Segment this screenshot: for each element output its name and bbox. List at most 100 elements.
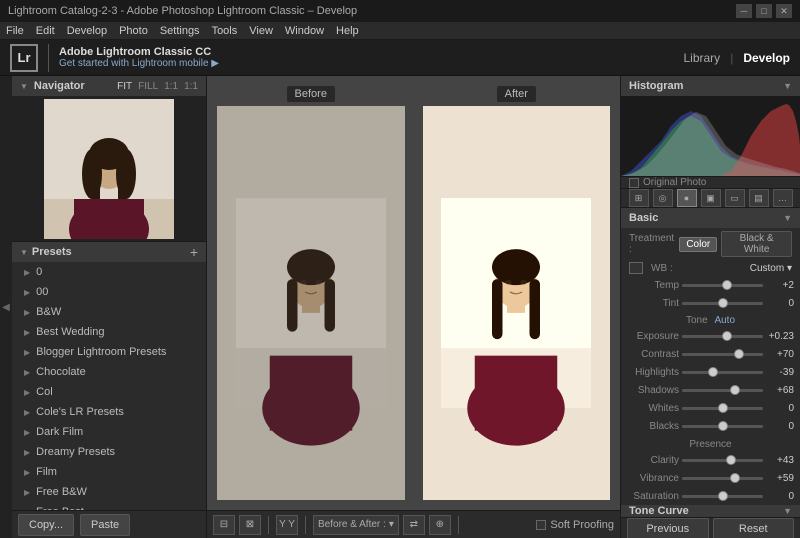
basic-header[interactable]: Basic ▼ — [621, 208, 800, 228]
contrast-slider-track[interactable] — [682, 353, 763, 356]
radial-filter-tool[interactable]: ▭ — [725, 189, 745, 207]
original-photo-toggle[interactable]: Original Photo — [621, 177, 800, 189]
wb-value-dropdown[interactable]: Custom ▾ — [750, 263, 792, 274]
preset-item[interactable]: ▶Chocolate — [12, 362, 206, 382]
zoom-fill[interactable]: FILL — [138, 81, 158, 92]
presets-header[interactable]: ▼ Presets + — [12, 242, 206, 262]
menu-photo[interactable]: Photo — [119, 25, 148, 37]
menu-tools[interactable]: Tools — [212, 25, 238, 37]
add-preset-button[interactable]: + — [190, 244, 198, 260]
shadows-slider-track[interactable] — [682, 389, 763, 392]
shadows-value: +68 — [766, 385, 794, 396]
highlights-slider-row: Highlights -39 — [621, 363, 800, 381]
auto-tone-button[interactable]: Auto — [714, 315, 735, 326]
preset-item[interactable]: ▶0 — [12, 262, 206, 282]
blacks-slider-track[interactable] — [682, 425, 763, 428]
preset-triangle-icon: ▶ — [24, 448, 30, 457]
zoom-custom[interactable]: 1:1 — [184, 81, 198, 92]
highlights-slider-track[interactable] — [682, 371, 763, 374]
spot-removal-tool[interactable]: ◎ — [653, 189, 673, 207]
menu-window[interactable]: Window — [285, 25, 324, 37]
bw-treatment-button[interactable]: Black & White — [721, 231, 792, 257]
reset-button[interactable]: Reset — [713, 518, 795, 538]
redeye-tool[interactable]: ● — [677, 189, 697, 207]
preset-item[interactable]: ▶Best Wedding — [12, 322, 206, 342]
preset-item[interactable]: ▶00 — [12, 282, 206, 302]
saturation-slider-thumb[interactable] — [718, 491, 728, 501]
nav-photo-svg — [44, 99, 174, 239]
temp-slider-track[interactable] — [682, 284, 763, 287]
preset-item[interactable]: ▶Film — [12, 462, 206, 482]
temp-slider-thumb[interactable] — [722, 280, 732, 290]
preset-item[interactable]: ▶Dark Film — [12, 422, 206, 442]
adjustment-brush-tool[interactable]: ▤ — [749, 189, 769, 207]
clarity-slider-track[interactable] — [682, 459, 763, 462]
exposure-slider-track[interactable] — [682, 335, 763, 338]
highlights-slider-thumb[interactable] — [708, 367, 718, 377]
blacks-slider-thumb[interactable] — [718, 421, 728, 431]
tone-curve-expand-icon: ▼ — [783, 506, 792, 516]
clarity-slider-thumb[interactable] — [726, 455, 736, 465]
preset-item[interactable]: ▶B&W — [12, 302, 206, 322]
develop-module[interactable]: Develop — [743, 51, 790, 65]
original-photo-checkbox[interactable] — [629, 178, 639, 188]
preset-item[interactable]: ▶Col — [12, 382, 206, 402]
zoom-1to1[interactable]: 1:1 — [164, 81, 178, 92]
left-panel-collapse[interactable]: ◀ — [0, 76, 12, 538]
color-treatment-button[interactable]: Color — [679, 237, 717, 252]
menu-file[interactable]: File — [6, 25, 24, 37]
previous-button[interactable]: Previous — [627, 518, 709, 538]
preset-item[interactable]: ▶Dreamy Presets — [12, 442, 206, 462]
soft-proof-checkbox[interactable] — [536, 520, 546, 530]
menu-help[interactable]: Help — [336, 25, 359, 37]
menu-develop[interactable]: Develop — [67, 25, 107, 37]
exposure-slider-thumb[interactable] — [722, 331, 732, 341]
zoom-fit[interactable]: FIT — [117, 81, 132, 92]
library-module[interactable]: Library — [684, 51, 721, 65]
swap-button[interactable]: ⇄ — [403, 515, 425, 535]
view-mode-1-button[interactable]: ⊟ — [213, 515, 235, 535]
whites-slider-track[interactable] — [682, 407, 763, 410]
crop-tool[interactable]: ⊞ — [629, 189, 649, 207]
whites-slider-thumb[interactable] — [718, 403, 728, 413]
menu-edit[interactable]: Edit — [36, 25, 55, 37]
vibrance-slider-track[interactable] — [682, 477, 763, 480]
close-button[interactable]: ✕ — [776, 4, 792, 18]
adobe-subtitle[interactable]: Get started with Lightroom mobile ▶ — [59, 58, 219, 69]
minimize-button[interactable]: ─ — [736, 4, 752, 18]
saturation-slider-track[interactable] — [682, 495, 763, 498]
preset-triangle-icon: ▶ — [24, 288, 30, 297]
preset-item[interactable]: ▶Free Best — [12, 502, 206, 510]
paste-button[interactable]: Paste — [80, 514, 130, 536]
contrast-slider-thumb[interactable] — [734, 349, 744, 359]
shadows-slider-thumb[interactable] — [730, 385, 740, 395]
toolbar-separator-3 — [458, 516, 459, 534]
maximize-button[interactable]: □ — [756, 4, 772, 18]
treatment-row: Treatment : Color Black & White — [621, 228, 800, 260]
preset-item[interactable]: ▶Free B&W — [12, 482, 206, 502]
tint-slider-track[interactable] — [682, 302, 763, 305]
soft-proofing-toggle[interactable]: Soft Proofing — [536, 519, 614, 531]
copy-settings-button[interactable]: ⊕ — [429, 515, 451, 535]
tint-slider-thumb[interactable] — [718, 298, 728, 308]
preset-item[interactable]: ▶Blogger Lightroom Presets — [12, 342, 206, 362]
center-panel: Before — [207, 76, 620, 538]
tone-curve-panel[interactable]: Tone Curve ▼ — [621, 505, 800, 517]
window-controls[interactable]: ─ □ ✕ — [736, 4, 792, 18]
vibrance-slider-thumb[interactable] — [730, 473, 740, 483]
yx-button[interactable]: Y Y — [276, 515, 298, 535]
copy-button[interactable]: Copy... — [18, 514, 74, 536]
menu-settings[interactable]: Settings — [160, 25, 200, 37]
navigator-title: Navigator — [34, 80, 111, 92]
preset-item[interactable]: ▶Cole's LR Presets — [12, 402, 206, 422]
wb-eyedropper-icon[interactable] — [629, 262, 643, 274]
view-mode-2-button[interactable]: ⊠ — [239, 515, 261, 535]
more-tools-button[interactable]: … — [773, 189, 793, 207]
before-after-dropdown[interactable]: Before & After : ▾ — [313, 515, 399, 535]
histogram-header[interactable]: Histogram ▼ — [621, 76, 800, 96]
menu-view[interactable]: View — [249, 25, 273, 37]
gradient-filter-tool[interactable]: ▣ — [701, 189, 721, 207]
navigator-header[interactable]: ▼ Navigator FIT FILL 1:1 1:1 — [12, 76, 206, 96]
lr-logo: Lr — [10, 44, 38, 72]
right-panel: Histogram ▼ — [620, 76, 800, 538]
